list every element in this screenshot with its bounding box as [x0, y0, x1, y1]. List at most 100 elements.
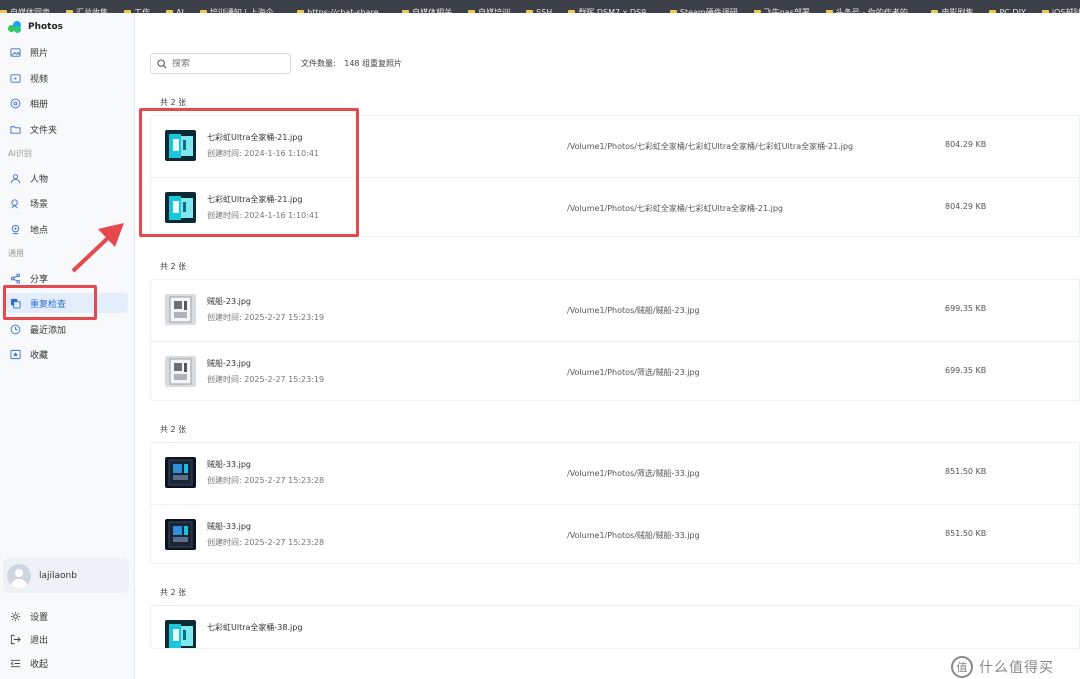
file-size: 804.29 KB — [945, 140, 987, 149]
bookmark-item[interactable]: SSH — [526, 6, 552, 13]
sidebar-item-favorite[interactable]: 收藏 — [6, 344, 128, 364]
video-icon — [10, 73, 21, 84]
sidebar-item-clock[interactable]: 最近添加 — [6, 319, 128, 339]
photos-logo-icon — [8, 21, 22, 33]
bookmark-item[interactable]: Steam硬件调研 — [670, 6, 738, 13]
bookmark-item[interactable]: AI — [166, 6, 184, 13]
logout-icon — [10, 634, 21, 645]
watermark: 值 什么值得买 — [951, 656, 1054, 678]
bookmark-item[interactable]: 自媒体相关 — [402, 6, 452, 13]
sidebar-item-label: 场景 — [30, 199, 49, 210]
highlight-box-menu — [3, 285, 97, 320]
bookmark-item[interactable]: 自媒体同步 — [0, 6, 50, 13]
file-name: 七彩虹Ultra全家桶-38.jpg — [207, 623, 303, 632]
group-count-label: 共 2 张 — [160, 98, 187, 107]
sidebar-item-logout[interactable]: 退出 — [6, 629, 128, 649]
sidebar-item-label: 收藏 — [30, 350, 49, 361]
sidebar-item-image[interactable]: 照片 — [6, 42, 128, 62]
bookmarks-bar: 自媒体同步 汇总收集 工作 AI 培训通知 | 上海企... https://chat-s… — [0, 0, 1080, 13]
sidebar-item-label: 相册 — [30, 99, 49, 110]
sidebar-item-gear[interactable]: 设置 — [6, 606, 128, 626]
group-count-label: 共 2 张 — [160, 262, 187, 271]
file-size: 699.35 KB — [945, 304, 987, 313]
sidebar-item-collapse[interactable]: 收起 — [6, 653, 128, 673]
group-count-label: 共 2 张 — [160, 588, 187, 597]
collapse-icon — [10, 658, 21, 669]
highlight-box-duplicates — [139, 108, 359, 237]
file-name: 贼船-23.jpg — [207, 359, 251, 368]
bookmark-item[interactable]: iOS越狱源收录 — [1042, 6, 1080, 13]
username: lajilaonb — [39, 570, 77, 581]
search-box[interactable] — [150, 53, 291, 74]
file-size: 699.35 KB — [945, 366, 987, 375]
bookmark-item[interactable]: 自媒培训 — [468, 6, 510, 13]
bookmark-item[interactable]: 工作 — [124, 6, 150, 13]
bookmark-item[interactable]: https://chat-share... — [297, 6, 386, 13]
sidebar-item-label: 人物 — [30, 174, 49, 185]
file-count: 文件数量: 148 组重复照片 — [301, 58, 402, 69]
duplicate-group: 七彩虹Ultra全家桶-38.jpg — [150, 605, 1080, 649]
section-label-ai: AI识别 — [8, 149, 32, 158]
created-time: 创建时间: 2025-2-27 15:23:19 — [207, 313, 325, 322]
favorite-icon — [10, 349, 21, 360]
sidebar-item-label: 照片 — [30, 48, 49, 59]
created-time: 创建时间: 2025-2-27 15:23:28 — [207, 538, 325, 547]
file-path: /Volume1/Photos/筛选/贼船-33.jpg — [567, 469, 700, 478]
file-name: 贼船-33.jpg — [207, 522, 251, 531]
image-icon — [10, 47, 21, 58]
file-row[interactable]: 贼船-23.jpg 创建时间: 2025-2-27 15:23:19/Volume… — [151, 341, 1080, 401]
person-icon — [10, 173, 21, 184]
photo-thumbnail[interactable] — [165, 620, 196, 648]
sidebar-item-person[interactable]: 人物 — [6, 168, 128, 188]
location-icon — [10, 224, 21, 235]
watermark-text: 什么值得买 — [979, 660, 1054, 676]
search-icon — [157, 58, 167, 69]
photo-thumbnail[interactable] — [165, 356, 196, 387]
sidebar-item-label: 退出 — [30, 635, 49, 646]
sidebar-item-folder[interactable]: 文件夹 — [6, 119, 128, 139]
file-count-value: 148 组重复照片 — [344, 59, 403, 68]
file-name: 贼船-23.jpg — [207, 297, 251, 306]
bookmark-item[interactable]: PC DIY — [989, 6, 1025, 13]
user-card[interactable]: lajilaonb — [3, 558, 129, 593]
photo-thumbnail[interactable] — [165, 294, 196, 325]
sidebar-item-video[interactable]: 视频 — [6, 68, 128, 88]
clock-icon — [10, 324, 21, 335]
file-row[interactable]: 贼船-33.jpg 创建时间: 2025-2-27 15:23:28/Volume… — [151, 504, 1080, 564]
folder-icon — [10, 124, 21, 135]
section-label-general: 通用 — [8, 249, 24, 258]
watermark-logo-icon: 值 — [951, 656, 973, 678]
bookmark-item[interactable]: 电影剧集 — [931, 6, 973, 13]
avatar — [7, 563, 31, 588]
share-icon — [10, 272, 21, 284]
file-row[interactable]: 贼船-23.jpg 创建时间: 2025-2-27 15:23:19/Volume… — [151, 280, 1080, 340]
sidebar-item-label: 收起 — [30, 659, 49, 670]
bookmark-item[interactable]: 汇总收集 — [66, 6, 108, 13]
file-path: /Volume1/Photos/贼船/贼船-23.jpg — [567, 306, 700, 315]
duplicate-group: 贼船-23.jpg 创建时间: 2025-2-27 15:23:19/Volume… — [150, 279, 1080, 401]
search-input[interactable] — [172, 58, 282, 69]
file-count-label: 文件数量: — [301, 59, 336, 68]
sidebar-item-label: 设置 — [30, 612, 49, 623]
sidebar-item-label: 地点 — [30, 225, 49, 236]
created-time: 创建时间: 2025-2-27 15:23:28 — [207, 476, 325, 485]
sidebar-item-scene[interactable]: 场景 — [6, 193, 128, 213]
file-row[interactable]: 七彩虹Ultra全家桶-38.jpg — [151, 606, 1079, 648]
file-size: 851.50 KB — [945, 529, 987, 538]
photo-thumbnail[interactable] — [165, 457, 196, 488]
bookmark-item[interactable]: 群晖 DSM7.x DS9... — [568, 6, 654, 13]
gear-icon — [10, 611, 21, 622]
album-icon — [10, 98, 21, 109]
photo-thumbnail[interactable] — [165, 519, 196, 550]
file-size: 851.50 KB — [945, 467, 987, 476]
file-path: /Volume1/Photos/七彩虹全家桶/七彩虹Ultra全家桶-21.jp… — [567, 204, 784, 213]
sidebar-item-location[interactable]: 地点 — [6, 219, 128, 239]
bookmark-item[interactable]: 培训通知 | 上海企... — [200, 6, 281, 13]
file-row[interactable]: 贼船-33.jpg 创建时间: 2025-2-27 15:23:28/Volume… — [151, 443, 1080, 503]
sidebar-item-album[interactable]: 相册 — [6, 93, 128, 113]
bookmark-item[interactable]: 飞牛nas部署 — [754, 6, 810, 13]
duplicate-group: 贼船-33.jpg 创建时间: 2025-2-27 15:23:28/Volume… — [150, 442, 1080, 564]
app-brand[interactable]: Photos — [8, 19, 63, 35]
group-count-label: 共 2 张 — [160, 425, 187, 434]
bookmark-item[interactable]: 头条号 - 你的作者的... — [826, 6, 916, 13]
